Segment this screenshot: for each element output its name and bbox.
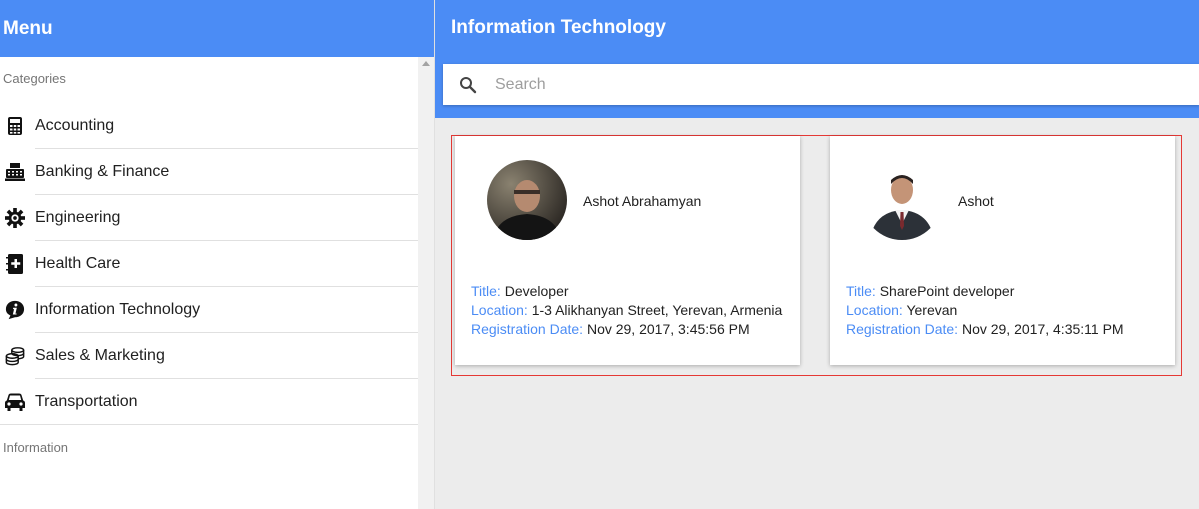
title-label: Title: (471, 283, 501, 299)
info-icon (5, 300, 25, 320)
divider (0, 424, 418, 425)
employee-name: Ashot (958, 193, 994, 209)
employee-card[interactable]: Ashot Abrahamyan Title: Developer Locati… (455, 136, 800, 365)
coins-icon (5, 346, 25, 366)
sidebar-menu: Categories Accounting Banking & Finance … (0, 57, 418, 509)
employee-name: Ashot Abrahamyan (583, 193, 702, 209)
sidebar-item-sales-marketing[interactable]: Sales & Marketing (0, 333, 418, 379)
car-icon (5, 392, 25, 412)
title-label: Title: (846, 283, 876, 299)
sidebar-scrollbar[interactable] (418, 57, 434, 509)
registration-date-label: Registration Date: (846, 321, 959, 337)
location-label: Location: (846, 302, 903, 318)
scroll-up-arrow-icon[interactable] (422, 61, 430, 66)
search-icon[interactable] (459, 76, 477, 94)
registration-date-label: Registration Date: (471, 321, 584, 337)
sidebar-title: Menu (0, 0, 434, 57)
employee-details: Title: SharePoint developer Location: Ye… (846, 282, 1124, 339)
sidebar-item-label: Information Technology (35, 301, 201, 318)
sidebar-item-transportation[interactable]: Transportation (0, 379, 418, 425)
employee-details: Title: Developer Location: 1-3 Alikhanya… (471, 282, 782, 339)
page-title: Information Technology (451, 17, 666, 38)
registration-date-value: Nov 29, 2017, 4:35:11 PM (961, 321, 1124, 337)
sidebar: Menu Categories Accounting Banking & Fin… (0, 0, 435, 509)
title-value: SharePoint developer (879, 283, 1015, 299)
main-content: Information Technology Ashot Abrahamyan (435, 0, 1199, 509)
location-value: 1-3 Alikhanyan Street, Yerevan, Armenia (531, 302, 783, 318)
sidebar-item-label: Health Care (35, 255, 121, 272)
sidebar-item-label: Transportation (35, 393, 138, 410)
results-container: Ashot Abrahamyan Title: Developer Locati… (451, 135, 1182, 376)
sidebar-item-information-technology[interactable]: Information Technology (0, 287, 418, 333)
gear-icon (5, 208, 25, 228)
registration-date-value: Nov 29, 2017, 3:45:56 PM (586, 321, 750, 337)
sidebar-item-health-care[interactable]: Health Care (0, 241, 418, 287)
avatar (862, 160, 942, 240)
main-header: Information Technology (435, 0, 1199, 118)
sidebar-item-label: Accounting (35, 117, 115, 134)
search-input[interactable] (495, 75, 1095, 94)
search-bar (443, 64, 1199, 105)
information-header: Information (3, 440, 69, 455)
location-value: Yerevan (906, 302, 958, 318)
categories-header: Categories (3, 71, 66, 86)
sidebar-item-accounting[interactable]: Accounting (0, 103, 418, 149)
sidebar-item-engineering[interactable]: Engineering (0, 195, 418, 241)
sidebar-item-label: Engineering (35, 209, 121, 226)
calculator-icon (5, 116, 25, 136)
location-label: Location: (471, 302, 528, 318)
cash-register-icon (5, 162, 25, 182)
avatar (487, 160, 567, 240)
medical-book-icon (5, 254, 25, 274)
sidebar-item-banking-finance[interactable]: Banking & Finance (0, 149, 418, 195)
title-value: Developer (504, 283, 569, 299)
employee-card[interactable]: Ashot Title: SharePoint developer Locati… (830, 136, 1175, 365)
sidebar-item-label: Sales & Marketing (35, 347, 165, 364)
sidebar-item-label: Banking & Finance (35, 163, 170, 180)
